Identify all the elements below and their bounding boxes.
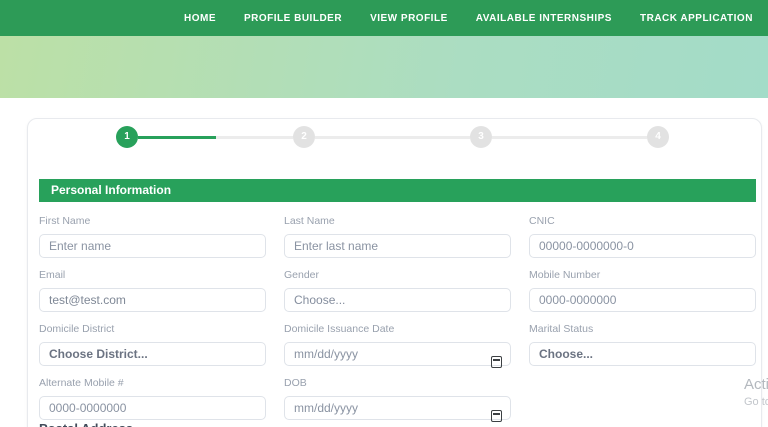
stepper-connector-1 bbox=[216, 136, 293, 139]
field-domicile-issuance-date: Domicile Issuance Date bbox=[284, 323, 511, 368]
windows-activation-watermark: Activate Windows Go to Settings to activ… bbox=[744, 376, 768, 408]
watermark-line1: Activate Windows bbox=[744, 376, 768, 393]
section-header-personal-information: Personal Information bbox=[39, 179, 756, 202]
top-navbar: HOME PROFILE BUILDER VIEW PROFILE AVAILA… bbox=[0, 0, 768, 36]
marital-status-label: Marital Status bbox=[529, 323, 594, 335]
field-dob: DOB bbox=[284, 377, 511, 422]
first-name-input[interactable] bbox=[39, 234, 266, 258]
field-first-name: First Name bbox=[39, 215, 266, 258]
stepper-connector-2 bbox=[315, 136, 470, 139]
mobile-number-input[interactable] bbox=[529, 288, 756, 312]
domicile-district-label: Domicile District bbox=[39, 323, 115, 335]
last-name-label: Last Name bbox=[284, 215, 335, 227]
field-mobile-number: Mobile Number bbox=[529, 269, 756, 312]
hero-gradient-banner bbox=[0, 36, 768, 98]
nav-item-track-application[interactable]: TRACK APPLICATION bbox=[640, 13, 753, 24]
stepper-step-2[interactable]: 2 bbox=[293, 126, 315, 148]
nav-item-home[interactable]: HOME bbox=[184, 13, 216, 24]
stepper-progress-line bbox=[138, 136, 216, 139]
field-email: Email bbox=[39, 269, 266, 312]
field-last-name: Last Name bbox=[284, 215, 511, 258]
field-cnic: CNIC bbox=[529, 215, 756, 258]
stepper-step-4[interactable]: 4 bbox=[647, 126, 669, 148]
dob-label: DOB bbox=[284, 377, 307, 389]
calendar-icon[interactable] bbox=[491, 410, 502, 422]
field-gender: Gender Choose... bbox=[284, 269, 511, 312]
dob-input[interactable] bbox=[284, 396, 511, 420]
cnic-input[interactable] bbox=[529, 234, 756, 258]
gender-select[interactable]: Choose... bbox=[284, 288, 511, 312]
watermark-line2: Go to Settings to activate Windows. bbox=[744, 396, 768, 408]
alternate-mobile-label: Alternate Mobile # bbox=[39, 377, 124, 389]
field-marital-status: Marital Status Choose... bbox=[529, 323, 756, 366]
mobile-number-label: Mobile Number bbox=[529, 269, 601, 281]
nav-item-profile-builder[interactable]: PROFILE BUILDER bbox=[244, 13, 342, 24]
alternate-mobile-input[interactable] bbox=[39, 396, 266, 420]
field-alternate-mobile: Alternate Mobile # bbox=[39, 377, 266, 420]
cnic-label: CNIC bbox=[529, 215, 555, 227]
gender-label: Gender bbox=[284, 269, 320, 281]
domicile-issuance-date-input[interactable] bbox=[284, 342, 511, 366]
first-name-label: First Name bbox=[39, 215, 91, 227]
profile-form-card: 1 2 3 4 Personal Information First Name … bbox=[27, 118, 762, 427]
stepper-step-1[interactable]: 1 bbox=[116, 126, 138, 148]
personal-information-form: First Name Last Name CNIC Email Gender C… bbox=[39, 215, 756, 422]
stepper-step-3[interactable]: 3 bbox=[470, 126, 492, 148]
stepper-connector-3 bbox=[492, 136, 647, 139]
nav-item-available-internships[interactable]: AVAILABLE INTERNSHIPS bbox=[476, 13, 612, 24]
field-domicile-district: Domicile District Choose District... bbox=[39, 323, 266, 366]
last-name-input[interactable] bbox=[284, 234, 511, 258]
domicile-district-select[interactable]: Choose District... bbox=[39, 342, 266, 366]
page: HOME PROFILE BUILDER VIEW PROFILE AVAILA… bbox=[0, 0, 768, 427]
email-input[interactable] bbox=[39, 288, 266, 312]
postal-address-section-title: Postal Address bbox=[39, 421, 133, 427]
nav-item-view-profile[interactable]: VIEW PROFILE bbox=[370, 13, 448, 24]
domicile-issuance-date-label: Domicile Issuance Date bbox=[284, 323, 395, 335]
email-label: Email bbox=[39, 269, 66, 281]
calendar-icon[interactable] bbox=[491, 356, 502, 368]
marital-status-select[interactable]: Choose... bbox=[529, 342, 756, 366]
